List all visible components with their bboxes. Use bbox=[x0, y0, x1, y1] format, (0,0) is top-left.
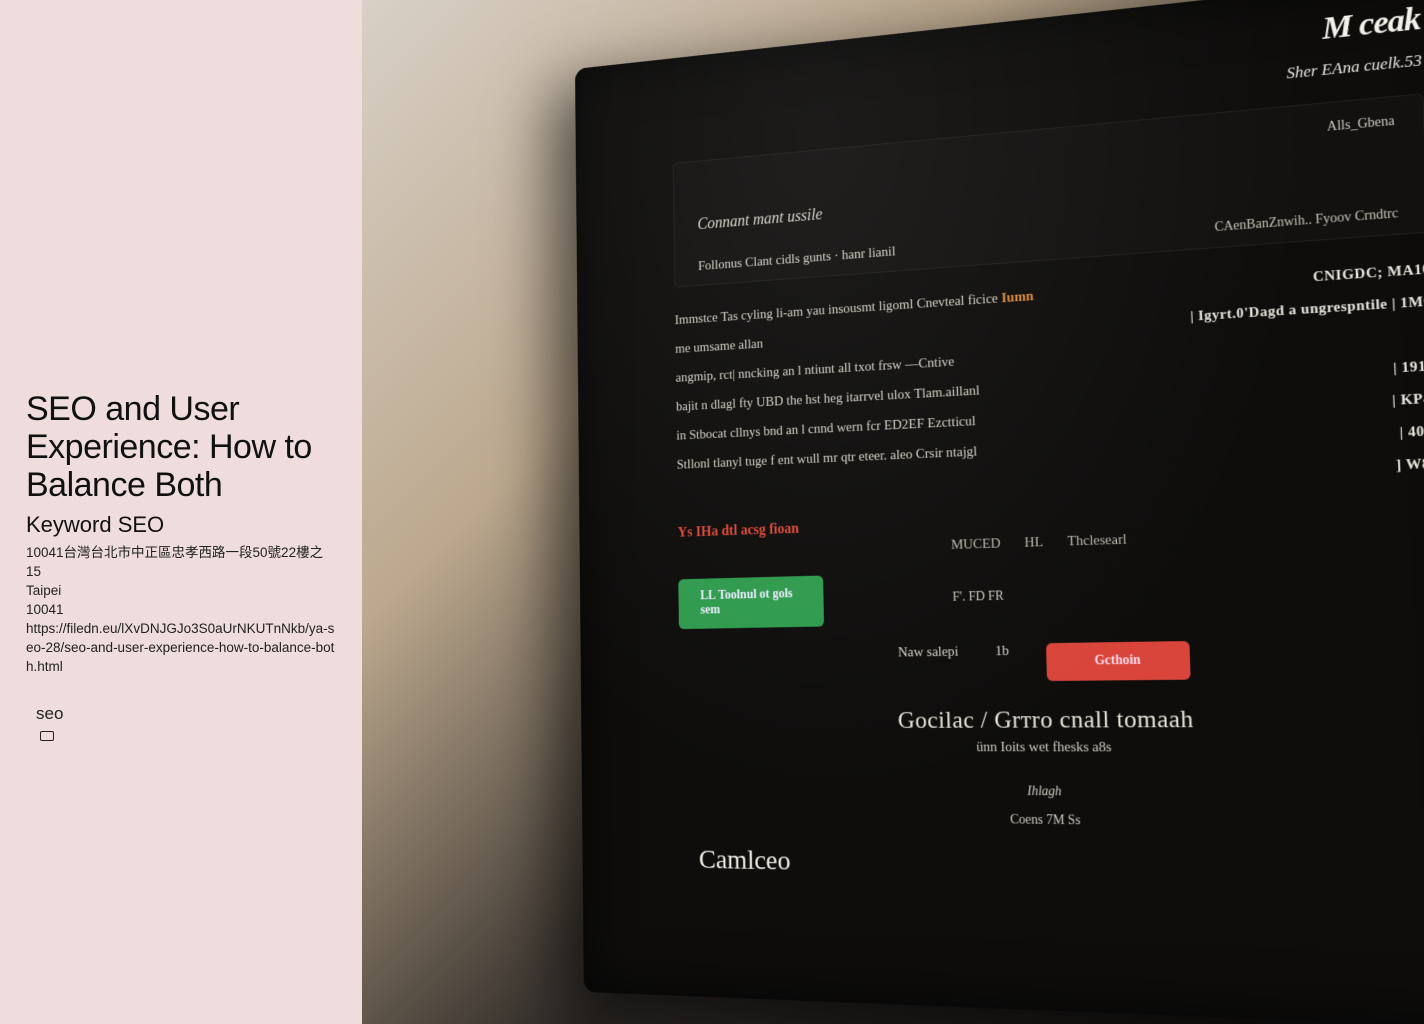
footer-zone: Ihlagh Coens 7M Ss Camlсeo bbox=[681, 782, 1424, 890]
row-value: | KP4. bbox=[1392, 391, 1424, 410]
row-value: | 1912 bbox=[1393, 358, 1424, 377]
panel-sub-right: CAenBanZnwih.. Fyoov Crndtrc bbox=[1214, 206, 1398, 235]
btn-gap-label: F'. FD FR bbox=[843, 587, 1120, 608]
footer-line-2: Coens 7M Ss bbox=[681, 810, 1424, 834]
dashboard-screen: M ceak Sher EAna cuelk.53 Alls_Gbena Con… bbox=[575, 0, 1424, 1024]
address-line: 10041台灣台北市中正區忠孝西路一段50號22樓之 bbox=[26, 544, 336, 563]
panel-top-right: Alls_Gbena bbox=[1327, 114, 1395, 135]
keyword-line: Keyword SEO bbox=[26, 512, 336, 538]
source-url: https://filedn.eu/lXvDNJGJo3S0aUrNKUTnNk… bbox=[26, 620, 336, 677]
button-row: LL Toolnul ot gols sem F'. FD FR bbox=[678, 559, 1424, 629]
hero-photo: M ceak Sher EAna cuelk.53 Alls_Gbena Con… bbox=[362, 0, 1424, 1024]
row-value: | 40,0 bbox=[1399, 423, 1424, 441]
panel-sub-left: Follonus Clant cidls gunts · hanr lianil bbox=[698, 244, 896, 274]
footer-line-1: Ihlagh bbox=[681, 782, 1424, 803]
big-headline: Gocilac / Grтro cnall tomaah bbox=[680, 703, 1424, 734]
seo-badge-label: seo bbox=[36, 704, 336, 724]
mid-label: MUCED bbox=[951, 536, 1001, 553]
footer-brand: Camlсeo bbox=[682, 844, 1424, 891]
sales-row: Naw salepi 1b Gcthoin bbox=[679, 637, 1424, 684]
seo-badge-wrap: seo bbox=[26, 704, 336, 746]
row-text: me umsame allan bbox=[675, 337, 763, 357]
page-title: SEO and User Experience: How to Balance … bbox=[26, 390, 336, 504]
city: Taipei bbox=[26, 582, 336, 601]
address-num: 15 bbox=[26, 563, 336, 582]
mid-label: Thclesearl bbox=[1067, 532, 1127, 550]
danger-button[interactable]: Gcthoin bbox=[1046, 641, 1191, 681]
sidebar-spacer bbox=[26, 24, 336, 390]
sales-label: Naw salepi bbox=[898, 645, 959, 683]
row-highlight: Iumn bbox=[1001, 289, 1034, 306]
data-rows: Immstce Tas cyling li-am yau insousmt li… bbox=[675, 254, 1424, 509]
card-icon bbox=[40, 731, 54, 741]
row-value: ] W80 bbox=[1396, 456, 1424, 474]
mid-label: HL bbox=[1024, 535, 1043, 551]
sales-value: 1b bbox=[995, 644, 1010, 682]
primary-button[interactable]: LL Toolnul ot gols sem bbox=[678, 576, 824, 630]
row-value: CNIGDC; MA10 bbox=[1313, 262, 1424, 286]
postal: 10041 bbox=[26, 601, 336, 620]
info-sidebar: SEO and User Experience: How to Balance … bbox=[0, 0, 362, 1024]
big-subline: ünn Ioits wet fhesks a8s bbox=[680, 740, 1424, 757]
